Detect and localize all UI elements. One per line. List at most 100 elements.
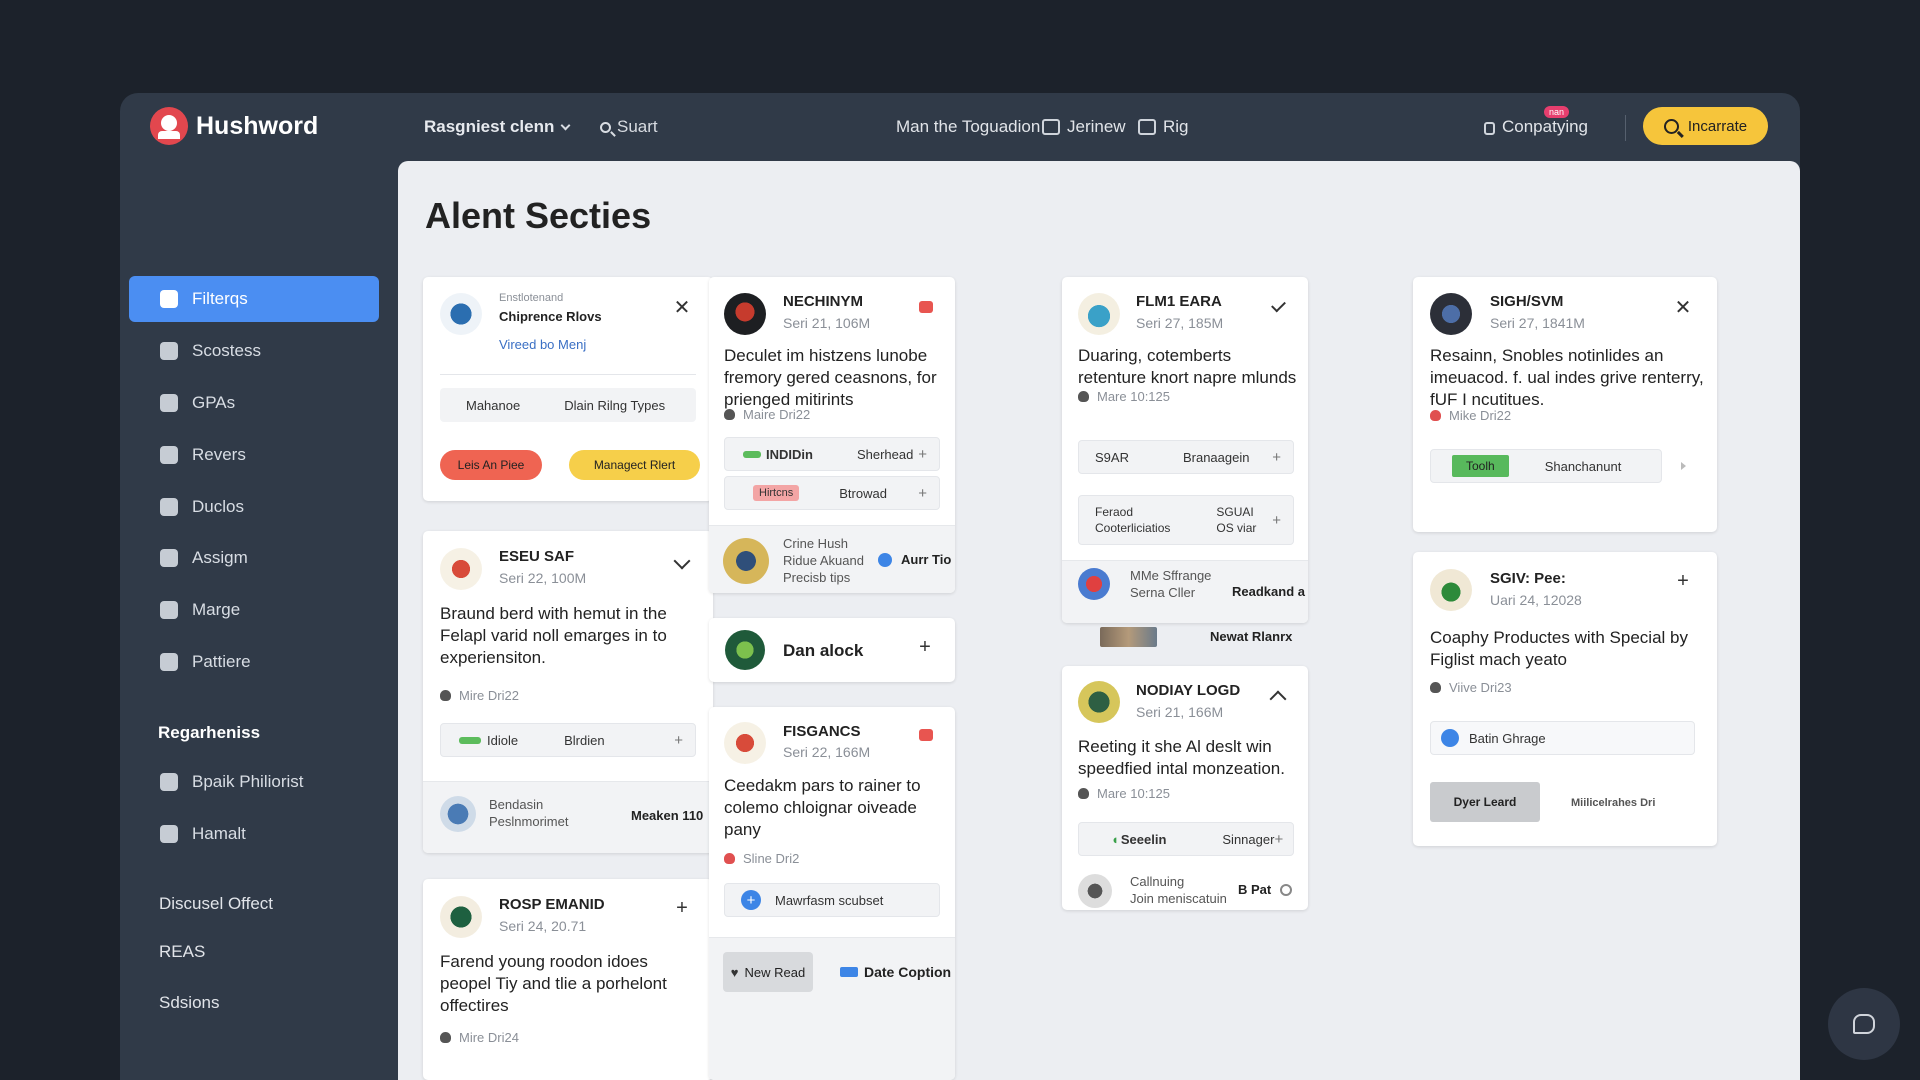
chevron-right-icon[interactable] xyxy=(1681,462,1686,470)
plus-icon[interactable]: + xyxy=(1272,512,1281,529)
close-button[interactable]: ✕ xyxy=(1669,293,1697,321)
clipboard-icon xyxy=(160,653,178,671)
card-fisgancs[interactable]: FISGANCS Seri 22, 166M Ceedakm pars to r… xyxy=(709,707,955,1080)
card-title: Dan alock xyxy=(783,641,864,660)
add-button[interactable]: + xyxy=(1669,567,1697,595)
footer-value: B Pat xyxy=(1238,882,1272,897)
sidebar-item-hamalt[interactable]: Hamalt xyxy=(129,811,379,857)
app-window: Hushword Rasgniest clenn Suart Man the T… xyxy=(120,93,1800,1080)
search-button[interactable]: Suart xyxy=(600,117,658,137)
sidebar-item-label: GPAs xyxy=(192,393,236,412)
meta-label: Viive Dri23 xyxy=(1449,680,1512,695)
person-icon xyxy=(160,601,178,619)
card-eseu-saf[interactable]: ESEU SAF Seri 22, 100M Braund berd with … xyxy=(423,531,713,853)
card-flm1-eara[interactable]: FLM1 EARA Seri 27, 185M Duaring, cotembe… xyxy=(1062,277,1308,623)
sidebar-item-revers[interactable]: Revers xyxy=(129,432,379,478)
divider xyxy=(440,374,696,375)
card-pill-row[interactable]: INDIDin Sherhead + xyxy=(724,437,940,471)
project-selector[interactable]: Rasgniest clenn xyxy=(424,117,571,137)
card-nechinym[interactable]: NECHINYM Seri 21, 106M Deculet im histze… xyxy=(709,277,955,593)
plus-icon[interactable]: + xyxy=(1272,449,1281,466)
date-coption-button[interactable]: Date Coption xyxy=(864,964,951,980)
more-icon[interactable] xyxy=(1280,884,1292,896)
managect-rlert-button[interactable]: Managect Rlert xyxy=(569,450,700,480)
check-icon[interactable] xyxy=(1264,293,1292,321)
org-avatar xyxy=(1430,569,1472,611)
card-dan-alock[interactable]: Dan alock + xyxy=(709,618,955,682)
card-rosp-emanid[interactable]: ROSP EMANID Seri 24, 20.71 + Farend youn… xyxy=(423,879,713,1080)
chat-button[interactable] xyxy=(1828,988,1900,1060)
sidebar-item-scostess[interactable]: Scostess xyxy=(129,328,379,374)
new-read-button[interactable]: ♥ New Read xyxy=(723,952,813,992)
tab-dlain-rilng-types[interactable]: Dlain Rilng Types xyxy=(564,398,665,413)
card-sigh-svm[interactable]: SIGH/SVM Seri 27, 1841M ✕ Resainn, Snobl… xyxy=(1413,277,1717,532)
card-link[interactable]: Vireed bo Menj xyxy=(499,337,586,352)
paw-icon xyxy=(440,1032,451,1043)
card-meta: Mire Dri24 xyxy=(440,1030,519,1045)
card-chiprence-rlovs[interactable]: Enstlotenand Chiprence Rlovs Vireed bo M… xyxy=(423,277,713,501)
subset-field[interactable]: + Mawrfasm scubset xyxy=(724,883,940,917)
footer-line: Join meniscatuin xyxy=(1130,891,1227,906)
status-bar-icon xyxy=(459,736,481,744)
nav-link-conpatying[interactable]: Conpatying xyxy=(1484,117,1588,137)
card-pill-row[interactable]: Feraod Cooterliciatios SGUAI OS viar + xyxy=(1078,495,1294,545)
card-pill-row[interactable]: ◖ Seeelin Sinnager + xyxy=(1078,822,1294,856)
logo[interactable]: Hushword xyxy=(150,107,318,145)
plus-icon[interactable]: + xyxy=(918,446,927,463)
sidebar-item-label: Bpaik Philiorist xyxy=(192,772,304,791)
status-tag: Toolh xyxy=(1452,455,1509,477)
card-pill-row[interactable]: Idiole Blrdien + xyxy=(440,723,696,757)
pill-label: Shanchanunt xyxy=(1544,458,1622,474)
collapse-chevron-icon[interactable] xyxy=(1264,682,1292,710)
sidebar: Filterqs Scostess GPAs Revers Duclos Ass… xyxy=(120,161,399,1080)
sidebar-item-pattiere[interactable]: Pattiere xyxy=(129,639,379,685)
sidebar-item-gpas[interactable]: GPAs xyxy=(129,380,379,426)
monitor-icon xyxy=(1042,119,1060,135)
incarrate-button[interactable]: Incarrate xyxy=(1643,107,1768,145)
dyer-leard-button[interactable]: Dyer Leard xyxy=(1430,782,1540,822)
plus-icon[interactable]: + xyxy=(1274,831,1283,848)
main-content: Alent Secties Enstlotenand Chiprence Rlo… xyxy=(398,161,1800,1080)
sidebar-link-discusel-offect[interactable]: Discusel Offect xyxy=(159,894,273,914)
add-button[interactable]: + xyxy=(911,633,939,661)
add-button[interactable]: + xyxy=(668,894,696,922)
sidebar-link-sdsions[interactable]: Sdsions xyxy=(159,993,219,1013)
nav-link-rig[interactable]: Rig xyxy=(1138,117,1189,137)
sidebar-item-duclos[interactable]: Duclos xyxy=(129,484,379,530)
card-pill-row[interactable]: Toolh Shanchanunt xyxy=(1430,449,1662,483)
card-title: NECHINYM xyxy=(783,293,864,310)
card-sgiv-pee[interactable]: SGIV: Pee: Uari 24, 12028 + Coaphy Produ… xyxy=(1413,552,1717,846)
meta-label: Mike Dri22 xyxy=(1449,408,1512,423)
card-nodiay-logd[interactable]: NODIAY LOGD Seri 21, 166M Reeting it she… xyxy=(1062,666,1308,910)
card-pill-row[interactable]: Hirtcns Btrowad + xyxy=(724,476,940,510)
plus-icon[interactable]: + xyxy=(674,732,683,749)
nav-link-jerinew[interactable]: Jerinew xyxy=(1042,117,1126,137)
sidebar-item-bpaik-philiorist[interactable]: Bpaik Philiorist xyxy=(129,759,379,805)
cta-label: Incarrate xyxy=(1687,117,1748,135)
pill-line: Feraod xyxy=(1095,505,1134,519)
flag-icon[interactable] xyxy=(912,721,940,749)
card-body: Farend young roodon idoes peopel Tiy and… xyxy=(440,952,667,1015)
leis-an-piee-button[interactable]: Leis An Piee xyxy=(440,450,542,480)
footer-value: Aurr Tio xyxy=(901,552,952,567)
page-title: Alent Secties xyxy=(425,195,652,236)
plus-icon[interactable]: + xyxy=(918,485,927,502)
shield-icon xyxy=(440,796,476,832)
nav-link-toguadion[interactable]: Man the Toguadion xyxy=(896,117,1040,137)
storage-field[interactable]: Batin Ghrage xyxy=(1430,721,1695,755)
tab-mahanoe[interactable]: Mahanoe xyxy=(466,398,520,413)
card-pill-row[interactable]: S9AR Branaagein + xyxy=(1078,440,1294,474)
sidebar-item-marge[interactable]: Marge xyxy=(129,587,379,633)
badge-icon xyxy=(1078,568,1110,600)
close-button[interactable]: ✕ xyxy=(668,293,696,321)
flag-icon[interactable] xyxy=(912,293,940,321)
expand-chevron-icon[interactable] xyxy=(668,550,696,578)
paw-icon xyxy=(724,409,735,420)
sidebar-item-assigm[interactable]: Assigm xyxy=(129,535,379,581)
sidebar-link-reas[interactable]: REAS xyxy=(159,942,205,962)
sidebar-item-filterqs[interactable]: Filterqs xyxy=(129,276,379,322)
paw-icon xyxy=(1078,391,1089,402)
card-footer: Crine Hush Ridue Akuand Precisb tips Aurr … xyxy=(709,525,955,593)
lock-icon xyxy=(1484,121,1495,135)
org-avatar xyxy=(440,896,482,938)
